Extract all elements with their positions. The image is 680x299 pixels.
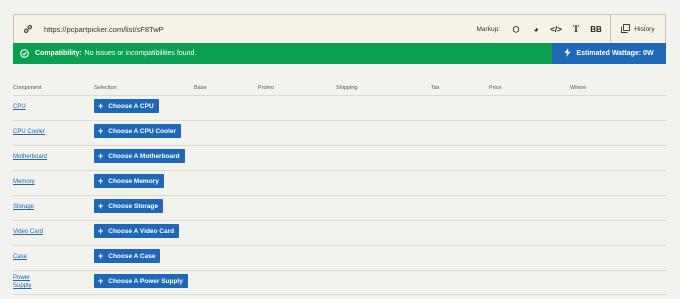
box-icon[interactable]: ⬡ <box>506 15 526 43</box>
permalink-bar: https://pcpartpicker.com/list/sF8TwP Mar… <box>13 14 666 44</box>
button-label: Choose Storage <box>108 202 159 210</box>
component-link-power-supply[interactable]: Power Supply <box>13 274 43 290</box>
table-row: Case + Choose A Case <box>13 246 666 271</box>
choose-power-supply-button[interactable]: + Choose A Power Supply <box>94 274 188 288</box>
button-label: Choose A Power Supply <box>108 277 183 285</box>
plus-icon: + <box>98 100 104 111</box>
bbcode-icon[interactable]: BB <box>586 15 606 43</box>
table-row: Power Supply + Choose A Power Supply <box>13 271 666 295</box>
reddit-icon[interactable]: ◕ <box>526 15 546 43</box>
button-label: Choose A Video Card <box>108 227 175 235</box>
component-link-case[interactable]: Case <box>13 253 27 261</box>
button-label: Choose A Case <box>108 252 156 260</box>
header-tax: Tax <box>431 85 440 91</box>
component-link-video-card[interactable]: Video Card <box>13 228 43 236</box>
header-promo: Promo <box>258 85 275 91</box>
markup-group: Markup: ⬡ ◕ </> T BB <box>477 15 606 43</box>
button-label: Choose A Motherboard <box>108 152 180 160</box>
choose-case-button[interactable]: + Choose A Case <box>94 249 161 263</box>
header-price: Price <box>489 85 502 91</box>
choose-memory-button[interactable]: + Choose Memory <box>94 174 164 188</box>
table-row: Storage + Choose Storage <box>13 196 666 221</box>
table-row: Memory + Choose Memory <box>13 171 666 196</box>
header-where: Where <box>570 85 587 91</box>
choose-cpu-cooler-button[interactable]: + Choose A CPU Cooler <box>94 124 182 138</box>
text-icon[interactable]: T <box>566 15 586 43</box>
button-label: Choose Memory <box>108 177 159 185</box>
compatibility-label: Compatibility: <box>35 50 82 57</box>
header-base: Base <box>194 85 207 91</box>
button-label: Choose A CPU <box>108 102 154 110</box>
choose-video-card-button[interactable]: + Choose A Video Card <box>94 224 180 238</box>
plus-icon: + <box>98 200 104 211</box>
plus-icon: + <box>98 250 104 261</box>
table-row: CPU + Choose A CPU <box>13 96 666 121</box>
header-shipping: Shipping <box>336 85 358 91</box>
component-link-cpu-cooler[interactable]: CPU Cooler <box>13 128 45 136</box>
history-label: History <box>634 25 655 33</box>
choose-storage-button[interactable]: + Choose Storage <box>94 199 164 213</box>
lightning-icon <box>564 48 571 59</box>
history-button[interactable]: History <box>610 15 665 43</box>
compatibility-banner: Compatibility: No issues or incompatibil… <box>13 43 552 64</box>
component-link-memory[interactable]: Memory <box>13 178 35 186</box>
component-link-cpu[interactable]: CPU <box>13 103 26 111</box>
plus-icon: + <box>98 225 104 236</box>
header-selection: Selection <box>94 85 117 91</box>
table-row: Motherboard + Choose A Motherboard <box>13 146 666 171</box>
parts-table-header: Component Selection Base Promo Shipping … <box>13 80 666 96</box>
link-icon[interactable] <box>14 24 42 34</box>
button-label: Choose A CPU Cooler <box>108 127 177 135</box>
component-link-motherboard[interactable]: Motherboard <box>13 153 47 161</box>
plus-icon: + <box>98 150 104 161</box>
choose-motherboard-button[interactable]: + Choose A Motherboard <box>94 149 185 163</box>
check-circle-icon <box>20 49 29 58</box>
plus-icon: + <box>98 275 104 286</box>
plus-icon: + <box>98 125 104 136</box>
component-link-storage[interactable]: Storage <box>13 203 34 211</box>
compatibility-message: No issues or incompatibilities found. <box>84 50 197 57</box>
choose-cpu-button[interactable]: + Choose A CPU <box>94 99 159 113</box>
table-row: CPU Cooler + Choose A CPU Cooler <box>13 121 666 146</box>
history-icon <box>621 23 631 35</box>
header-component: Component <box>13 85 42 91</box>
markup-label: Markup: <box>476 25 500 33</box>
permalink-url[interactable]: https://pcpartpicker.com/list/sF8TwP <box>44 25 477 34</box>
plus-icon: + <box>98 175 104 186</box>
code-icon[interactable]: </> <box>546 15 566 43</box>
wattage-label: Estimated Wattage: 0W <box>576 50 654 57</box>
table-row: Video Card + Choose A Video Card <box>13 221 666 246</box>
estimated-wattage-badge[interactable]: Estimated Wattage: 0W <box>552 43 666 64</box>
